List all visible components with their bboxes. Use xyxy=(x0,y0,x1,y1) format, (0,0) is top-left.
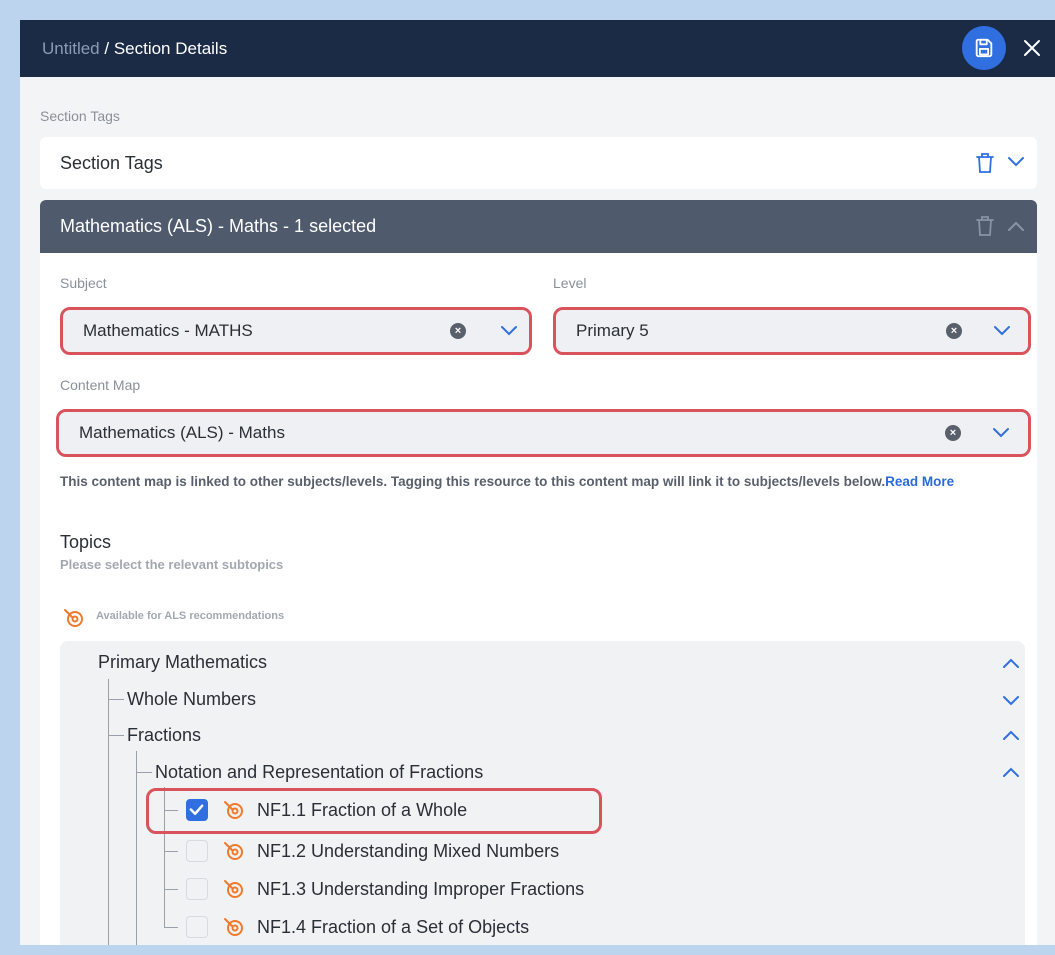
delete-group-button[interactable] xyxy=(975,215,995,237)
section-tags-box[interactable]: Section Tags xyxy=(40,137,1037,189)
checkbox-nf1-4[interactable] xyxy=(186,916,208,938)
tree-connector xyxy=(108,699,124,700)
section-tags-label: Section Tags xyxy=(40,108,120,124)
delete-tags-button[interactable] xyxy=(975,152,995,174)
expand-tags-button[interactable] xyxy=(1007,156,1025,168)
chevron-down-icon[interactable] xyxy=(500,325,518,337)
tree-node-notation[interactable]: Notation and Representation of Fractions xyxy=(155,762,483,783)
save-icon xyxy=(975,38,993,58)
content-map-value: Mathematics (ALS) - Maths xyxy=(79,423,285,442)
topic-tree: Primary Mathematics Whole Numbers Fracti… xyxy=(60,641,1025,945)
section-details-panel: Untitled / Section Details Section Tags … xyxy=(20,20,1055,945)
tree-node-whole-numbers[interactable]: Whole Numbers xyxy=(127,689,256,710)
chevron-down-icon[interactable] xyxy=(992,427,1010,439)
chevron-down-icon xyxy=(1008,157,1024,167)
subject-label: Subject xyxy=(60,275,107,291)
als-target-icon xyxy=(224,880,243,898)
als-target-icon xyxy=(224,842,243,860)
tree-connector xyxy=(164,851,178,852)
als-legend: Available for ALS recommendations xyxy=(96,610,285,622)
topics-title: Topics xyxy=(60,532,112,552)
content-map-note: This content map is linked to other subj… xyxy=(60,473,1040,490)
chevron-down-icon[interactable] xyxy=(993,325,1011,337)
chevron-up-icon xyxy=(1008,221,1024,231)
level-label: Level xyxy=(553,275,587,291)
breadcrumb: Untitled / Section Details xyxy=(42,39,227,59)
content-map-label: Content Map xyxy=(60,377,141,393)
als-target-icon xyxy=(224,801,243,819)
section-tags-title: Section Tags xyxy=(60,152,163,173)
content-map-note-text: This content map is linked to other subj… xyxy=(60,474,886,489)
breadcrumb-current: Section Details xyxy=(113,38,228,58)
tree-node-primary-mathematics[interactable]: Primary Mathematics xyxy=(98,652,267,673)
chevron-up-icon[interactable] xyxy=(1002,657,1020,669)
tree-leaf-nf1-3[interactable]: NF1.3 Understanding Improper Fractions xyxy=(257,879,584,900)
tree-connector xyxy=(108,735,124,736)
chevron-up-icon[interactable] xyxy=(1002,729,1020,741)
clear-icon[interactable]: × xyxy=(945,425,961,441)
tree-connector xyxy=(108,679,109,945)
tree-connector xyxy=(164,810,178,811)
tree-leaf-nf1-4[interactable]: NF1.4 Fraction of a Set of Objects xyxy=(257,917,529,938)
close-icon xyxy=(1024,40,1040,56)
check-icon xyxy=(189,804,204,816)
tree-connector xyxy=(164,889,178,890)
tree-connector xyxy=(136,751,137,945)
tree-leaf-nf1-1[interactable]: NF1.1 Fraction of a Whole xyxy=(257,800,467,821)
collapse-group-button[interactable] xyxy=(1007,220,1025,232)
tree-leaf-nf1-2[interactable]: NF1.2 Understanding Mixed Numbers xyxy=(257,841,559,862)
chevron-up-icon[interactable] xyxy=(1002,766,1020,778)
subject-select[interactable]: Mathematics - MATHS × xyxy=(63,310,529,352)
content-map-select[interactable]: Mathematics (ALS) - Maths × xyxy=(59,412,1028,454)
checkbox-nf1-1[interactable] xyxy=(186,799,208,821)
subject-value: Mathematics - MATHS xyxy=(83,321,253,340)
checkbox-nf1-3[interactable] xyxy=(186,878,208,900)
clear-icon[interactable]: × xyxy=(450,323,466,339)
level-value: Primary 5 xyxy=(576,321,649,340)
tree-node-fractions[interactable]: Fractions xyxy=(127,725,201,746)
als-target-icon xyxy=(64,609,83,627)
breadcrumb-parent[interactable]: Untitled xyxy=(42,39,100,58)
als-target-icon xyxy=(224,918,243,936)
level-select[interactable]: Primary 5 × xyxy=(556,310,1028,352)
tree-connector xyxy=(164,787,165,927)
tree-connector xyxy=(136,772,152,773)
close-button[interactable] xyxy=(1018,34,1046,62)
tag-group-header[interactable]: Mathematics (ALS) - Maths - 1 selected xyxy=(40,200,1037,253)
topics-subtitle: Please select the relevant subtopics xyxy=(60,557,284,572)
chevron-down-icon[interactable] xyxy=(1002,695,1020,707)
tree-connector xyxy=(164,927,178,928)
top-bar: Untitled / Section Details xyxy=(20,20,1055,77)
trash-icon xyxy=(976,153,994,173)
tag-group-title: Mathematics (ALS) - Maths - 1 selected xyxy=(60,216,377,236)
trash-icon xyxy=(976,216,994,236)
save-button[interactable] xyxy=(962,26,1006,70)
clear-icon[interactable]: × xyxy=(946,323,962,339)
breadcrumb-separator: / xyxy=(99,38,114,58)
checkbox-nf1-2[interactable] xyxy=(186,840,208,862)
read-more-link[interactable]: Read More xyxy=(885,474,954,489)
